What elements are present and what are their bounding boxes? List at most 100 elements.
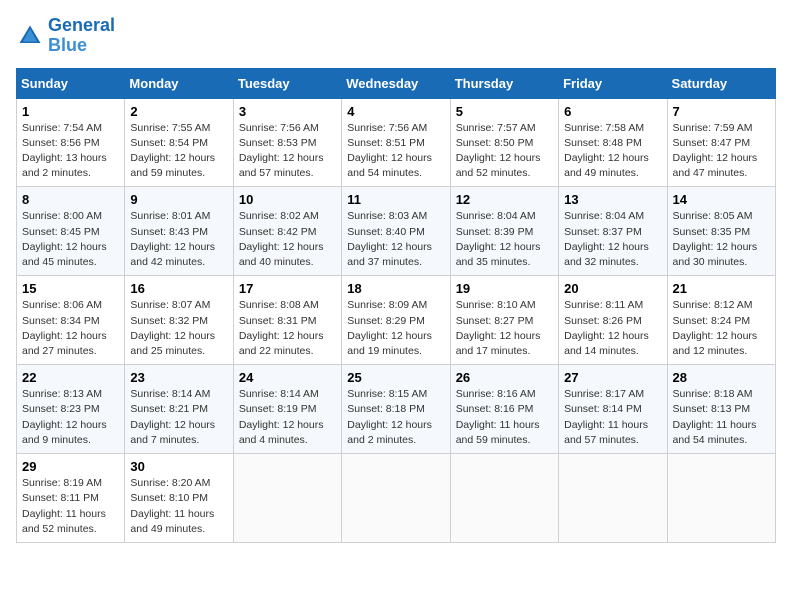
day-detail: Sunrise: 8:12 AMSunset: 8:24 PMDaylight:… (673, 298, 770, 359)
day-number: 1 (22, 104, 119, 119)
day-detail: Sunrise: 8:08 AMSunset: 8:31 PMDaylight:… (239, 298, 336, 359)
day-detail: Sunrise: 8:10 AMSunset: 8:27 PMDaylight:… (456, 298, 553, 359)
day-detail: Sunrise: 7:54 AMSunset: 8:56 PMDaylight:… (22, 121, 119, 182)
day-detail: Sunrise: 7:59 AMSunset: 8:47 PMDaylight:… (673, 121, 770, 182)
day-number: 16 (130, 281, 227, 296)
day-detail: Sunrise: 8:00 AMSunset: 8:45 PMDaylight:… (22, 209, 119, 270)
calendar-cell: 17 Sunrise: 8:08 AMSunset: 8:31 PMDayligh… (233, 276, 341, 365)
day-detail: Sunrise: 7:57 AMSunset: 8:50 PMDaylight:… (456, 121, 553, 182)
day-number: 10 (239, 192, 336, 207)
calendar-cell (559, 454, 667, 543)
calendar-week-3: 15 Sunrise: 8:06 AMSunset: 8:34 PMDayligh… (17, 276, 776, 365)
day-detail: Sunrise: 8:13 AMSunset: 8:23 PMDaylight:… (22, 387, 119, 448)
day-detail: Sunrise: 8:03 AMSunset: 8:40 PMDaylight:… (347, 209, 444, 270)
logo: General Blue (16, 16, 115, 56)
day-number: 21 (673, 281, 770, 296)
calendar-cell: 18Sunrise: 8:09 AMSunset: 8:29 PMDayligh… (342, 276, 450, 365)
day-number: 24 (239, 370, 336, 385)
calendar-cell (450, 454, 558, 543)
calendar-cell: 26 Sunrise: 8:16 AMSunset: 8:16 PMDayligh… (450, 365, 558, 454)
day-detail: Sunrise: 8:20 AMSunset: 8:10 PMDaylight:… (130, 476, 227, 537)
calendar-cell: 29 Sunrise: 8:19 AMSunset: 8:11 PMDayligh… (17, 454, 125, 543)
calendar-cell: 15 Sunrise: 8:06 AMSunset: 8:34 PMDayligh… (17, 276, 125, 365)
day-detail: Sunrise: 8:14 AMSunset: 8:19 PMDaylight:… (239, 387, 336, 448)
calendar-cell (233, 454, 341, 543)
calendar-week-5: 29 Sunrise: 8:19 AMSunset: 8:11 PMDayligh… (17, 454, 776, 543)
calendar-cell: 2 Sunrise: 7:55 AMSunset: 8:54 PMDaylight… (125, 98, 233, 187)
day-header-tuesday: Tuesday (233, 68, 341, 98)
calendar-cell: 7 Sunrise: 7:59 AMSunset: 8:47 PMDaylight… (667, 98, 775, 187)
day-header-sunday: Sunday (17, 68, 125, 98)
day-detail: Sunrise: 7:56 AMSunset: 8:53 PMDaylight:… (239, 121, 336, 182)
calendar-cell (667, 454, 775, 543)
day-header-friday: Friday (559, 68, 667, 98)
day-detail: Sunrise: 8:05 AMSunset: 8:35 PMDaylight:… (673, 209, 770, 270)
day-detail: Sunrise: 8:06 AMSunset: 8:34 PMDaylight:… (22, 298, 119, 359)
day-number: 15 (22, 281, 119, 296)
calendar-table: SundayMondayTuesdayWednesdayThursdayFrid… (16, 68, 776, 543)
calendar-cell: 16 Sunrise: 8:07 AMSunset: 8:32 PMDayligh… (125, 276, 233, 365)
day-number: 13 (564, 192, 661, 207)
day-detail: Sunrise: 7:55 AMSunset: 8:54 PMDaylight:… (130, 121, 227, 182)
day-detail: Sunrise: 8:11 AMSunset: 8:26 PMDaylight:… (564, 298, 661, 359)
day-number: 8 (22, 192, 119, 207)
day-detail: Sunrise: 8:04 AMSunset: 8:39 PMDaylight:… (456, 209, 553, 270)
calendar-cell: 6 Sunrise: 7:58 AMSunset: 8:48 PMDaylight… (559, 98, 667, 187)
day-number: 28 (673, 370, 770, 385)
day-number: 9 (130, 192, 227, 207)
day-number: 11 (347, 192, 444, 207)
calendar-cell: 19 Sunrise: 8:10 AMSunset: 8:27 PMDayligh… (450, 276, 558, 365)
day-number: 22 (22, 370, 119, 385)
calendar-header: SundayMondayTuesdayWednesdayThursdayFrid… (17, 68, 776, 98)
day-number: 12 (456, 192, 553, 207)
day-number: 7 (673, 104, 770, 119)
logo-text: General Blue (48, 16, 115, 56)
calendar-cell: 24 Sunrise: 8:14 AMSunset: 8:19 PMDayligh… (233, 365, 341, 454)
day-detail: Sunrise: 8:07 AMSunset: 8:32 PMDaylight:… (130, 298, 227, 359)
page-header: General Blue (16, 16, 776, 56)
day-number: 5 (456, 104, 553, 119)
calendar-cell: 4Sunrise: 7:56 AMSunset: 8:51 PMDaylight… (342, 98, 450, 187)
calendar-cell: 3 Sunrise: 7:56 AMSunset: 8:53 PMDaylight… (233, 98, 341, 187)
calendar-cell: 5 Sunrise: 7:57 AMSunset: 8:50 PMDaylight… (450, 98, 558, 187)
day-number: 6 (564, 104, 661, 119)
day-detail: Sunrise: 8:19 AMSunset: 8:11 PMDaylight:… (22, 476, 119, 537)
day-header-wednesday: Wednesday (342, 68, 450, 98)
day-detail: Sunrise: 8:16 AMSunset: 8:16 PMDaylight:… (456, 387, 553, 448)
day-header-thursday: Thursday (450, 68, 558, 98)
day-number: 3 (239, 104, 336, 119)
calendar-cell: 10 Sunrise: 8:02 AMSunset: 8:42 PMDayligh… (233, 187, 341, 276)
day-number: 30 (130, 459, 227, 474)
day-number: 19 (456, 281, 553, 296)
day-detail: Sunrise: 8:01 AMSunset: 8:43 PMDaylight:… (130, 209, 227, 270)
calendar-cell: 12 Sunrise: 8:04 AMSunset: 8:39 PMDayligh… (450, 187, 558, 276)
calendar-cell: 9 Sunrise: 8:01 AMSunset: 8:43 PMDaylight… (125, 187, 233, 276)
day-header-saturday: Saturday (667, 68, 775, 98)
day-detail: Sunrise: 8:04 AMSunset: 8:37 PMDaylight:… (564, 209, 661, 270)
day-number: 29 (22, 459, 119, 474)
day-number: 25 (347, 370, 444, 385)
calendar-cell: 8 Sunrise: 8:00 AMSunset: 8:45 PMDaylight… (17, 187, 125, 276)
calendar-week-1: 1 Sunrise: 7:54 AMSunset: 8:56 PMDaylight… (17, 98, 776, 187)
calendar-week-2: 8 Sunrise: 8:00 AMSunset: 8:45 PMDaylight… (17, 187, 776, 276)
calendar-body: 1 Sunrise: 7:54 AMSunset: 8:56 PMDaylight… (17, 98, 776, 542)
calendar-cell: 14 Sunrise: 8:05 AMSunset: 8:35 PMDayligh… (667, 187, 775, 276)
day-number: 4 (347, 104, 444, 119)
logo-icon (16, 22, 44, 50)
calendar-cell: 22 Sunrise: 8:13 AMSunset: 8:23 PMDayligh… (17, 365, 125, 454)
calendar-cell: 13 Sunrise: 8:04 AMSunset: 8:37 PMDayligh… (559, 187, 667, 276)
calendar-cell (342, 454, 450, 543)
day-detail: Sunrise: 8:15 AMSunset: 8:18 PMDaylight:… (347, 387, 444, 448)
calendar-cell: 27Sunrise: 8:17 AMSunset: 8:14 PMDayligh… (559, 365, 667, 454)
day-detail: Sunrise: 8:09 AMSunset: 8:29 PMDaylight:… (347, 298, 444, 359)
day-number: 17 (239, 281, 336, 296)
calendar-cell: 30 Sunrise: 8:20 AMSunset: 8:10 PMDayligh… (125, 454, 233, 543)
day-detail: Sunrise: 7:58 AMSunset: 8:48 PMDaylight:… (564, 121, 661, 182)
calendar-cell: 23Sunrise: 8:14 AMSunset: 8:21 PMDayligh… (125, 365, 233, 454)
day-number: 14 (673, 192, 770, 207)
calendar-cell: 25 Sunrise: 8:15 AMSunset: 8:18 PMDayligh… (342, 365, 450, 454)
day-number: 2 (130, 104, 227, 119)
day-detail: Sunrise: 8:02 AMSunset: 8:42 PMDaylight:… (239, 209, 336, 270)
calendar-cell: 28Sunrise: 8:18 AMSunset: 8:13 PMDayligh… (667, 365, 775, 454)
day-number: 26 (456, 370, 553, 385)
